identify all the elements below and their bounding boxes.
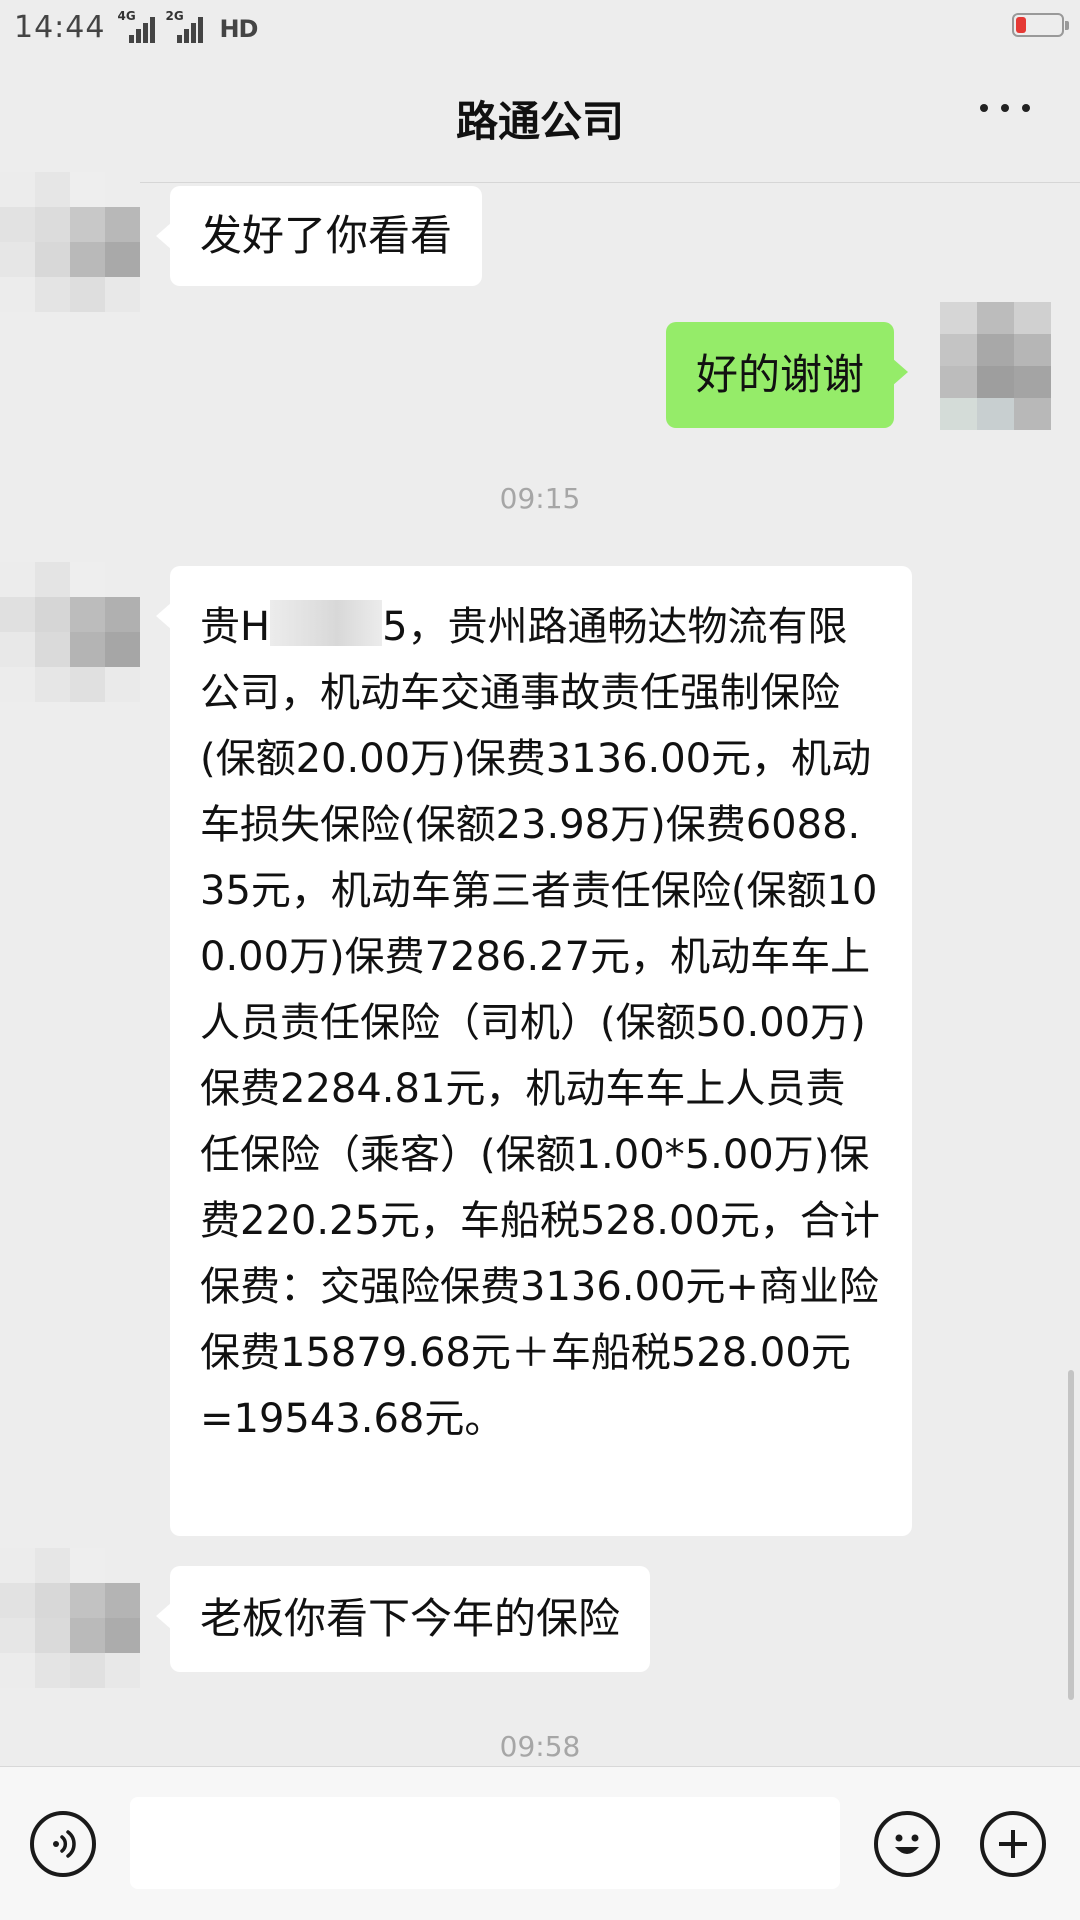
battery-level [1016, 17, 1026, 33]
signal-2g-icon: 2G [165, 9, 204, 43]
insurance-quote-text: 贵H 5，贵州路通畅达物流有限公司，机动车交通事故责任强制保险(保额20.00万)… [200, 594, 882, 1452]
avatar[interactable] [0, 562, 140, 702]
voice-glyph [53, 1830, 76, 1858]
network-2g-label: 2G [165, 9, 184, 23]
message-text: 好的谢谢 [696, 350, 865, 399]
message-timestamp: 09:15 [499, 482, 581, 515]
message-text: 发好了你看看 [200, 211, 453, 260]
message-text: 5，贵州路通畅达物流有限公司，机动车交通事故责任强制保险(保额20.00万)保费… [200, 604, 880, 1442]
voice-icon[interactable] [30, 1811, 96, 1877]
plus-glyph [999, 1830, 1027, 1858]
message-text: 老板你看下今年的保险 [200, 1594, 621, 1643]
chat-screen: 14:44 4G 2G HD 路通公司 发好了你看看 好的谢谢 09:15 贵H… [0, 0, 1080, 1920]
emoji-glyph [895, 1834, 919, 1854]
network-indicators: 4G 2G HD [117, 9, 258, 43]
avatar-self[interactable] [940, 302, 1052, 430]
network-4g-label: 4G [117, 9, 136, 23]
hd-icon: HD [219, 15, 258, 43]
status-time: 14:44 [14, 9, 106, 45]
plate-prefix: 贵H [200, 604, 271, 650]
battery-icon [1012, 13, 1069, 37]
plus-icon[interactable] [980, 1811, 1046, 1877]
message-input[interactable] [130, 1797, 840, 1889]
avatar[interactable] [0, 172, 140, 312]
redacted-plate [270, 600, 383, 646]
chat-header: 路通公司 [0, 54, 1080, 183]
scrollbar[interactable] [1068, 1370, 1074, 1700]
message-bubble[interactable]: 贵H 5，贵州路通畅达物流有限公司，机动车交通事故责任强制保险(保额20.00万)… [156, 566, 912, 1536]
message-timestamp: 09:58 [499, 1730, 581, 1763]
message-bubble-self[interactable]: 好的谢谢 [666, 322, 909, 428]
more-dots-icon[interactable] [980, 104, 1030, 116]
message-bubble[interactable]: 老板你看下今年的保险 [155, 1566, 651, 1672]
chat-title: 路通公司 [455, 96, 624, 146]
status-bar: 14:44 4G 2G HD [0, 0, 1080, 54]
avatar[interactable] [0, 1548, 140, 1688]
signal-4g-icon: 4G [117, 9, 156, 43]
message-bubble[interactable]: 发好了你看看 [155, 186, 483, 286]
emoji-icon[interactable] [874, 1811, 940, 1877]
input-bar [0, 1766, 1080, 1920]
